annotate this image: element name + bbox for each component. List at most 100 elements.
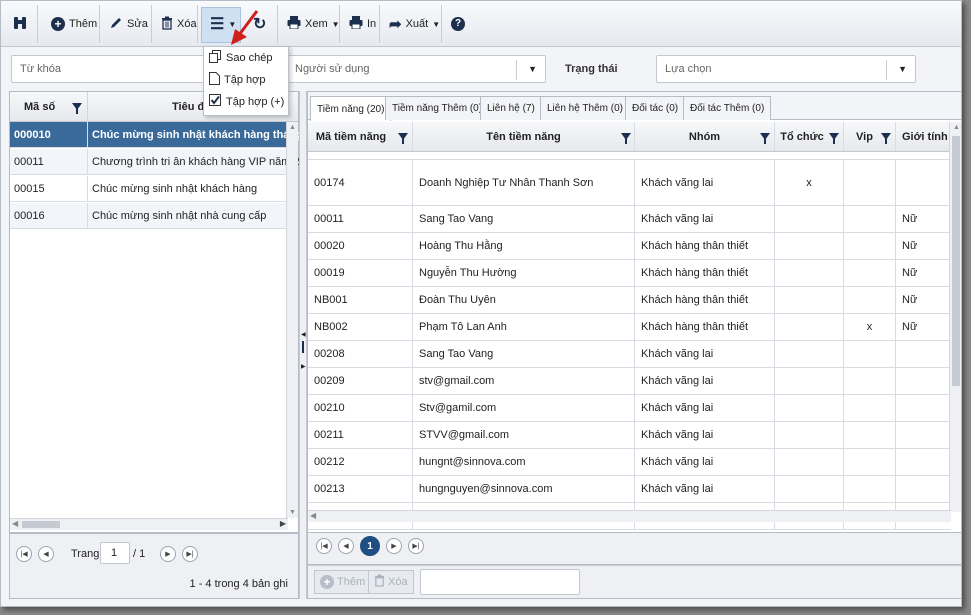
cell-vip bbox=[844, 449, 896, 475]
row-code: 00011 bbox=[14, 156, 44, 168]
scroll-thumb[interactable] bbox=[22, 521, 60, 528]
column-vip[interactable]: Vip bbox=[844, 122, 896, 151]
cell-name: Sang Tao Vang bbox=[413, 206, 635, 232]
table-row[interactable]: 00212 hungnt@sinnova.com Khách vãng lai bbox=[308, 449, 951, 476]
last-page-icon[interactable]: ▶| bbox=[182, 546, 198, 562]
page-input[interactable]: 1 bbox=[100, 542, 130, 564]
table-row[interactable]: 00015 Chúc mừng sinh nhật khách hàng bbox=[10, 176, 288, 202]
tab-potential-more[interactable]: Tiềm năng Thêm (0) bbox=[385, 96, 490, 120]
prev-page-icon[interactable]: ◀ bbox=[338, 538, 354, 554]
table-row[interactable]: NB002 Phạm Tô Lan Anh Khách hàng thân thiế… bbox=[308, 314, 951, 341]
cell-name: Phạm Tô Lan Anh bbox=[413, 314, 635, 340]
row-title: Chương trình tri ân khách hàng VIP năm 2… bbox=[92, 156, 318, 168]
menu-item-copy[interactable]: Sao chép bbox=[204, 47, 288, 69]
checkbox-icon bbox=[209, 94, 222, 110]
cell-org bbox=[775, 260, 844, 286]
table-row[interactable]: 00174 Doanh Nghiệp Tư Nhân Thanh Sơn Khách… bbox=[308, 160, 951, 206]
add-button[interactable]: + Thêm bbox=[47, 11, 101, 37]
delete-button[interactable]: Xóa bbox=[157, 11, 201, 37]
table-row[interactable]: 00019 Nguyễn Thu Hường Khách hàng thân thi… bbox=[308, 260, 951, 287]
user-select[interactable]: Người sử dụng ▼ bbox=[286, 55, 546, 83]
page-1-button[interactable]: 1 bbox=[360, 536, 380, 556]
prev-page-icon[interactable]: ◀ bbox=[38, 546, 54, 562]
status-select[interactable]: Lựa chọn ▼ bbox=[656, 55, 916, 83]
target-delete-button[interactable]: Xóa bbox=[368, 570, 414, 594]
page-total: / 1 bbox=[133, 548, 146, 560]
target-add-button[interactable]: + Thêm bbox=[314, 570, 372, 594]
cell-org bbox=[775, 395, 844, 421]
target-horizontal-scrollbar[interactable]: ◀ bbox=[308, 510, 951, 522]
table-row[interactable]: 000010 Chúc mừng sinh nhật khách hàng th… bbox=[10, 122, 312, 148]
status-select-arrow-icon: ▼ bbox=[898, 64, 907, 74]
keyword-placeholder: Từ khóa bbox=[20, 63, 61, 75]
next-page-icon[interactable]: ▶ bbox=[160, 546, 176, 562]
target-vertical-scrollbar[interactable]: ▲ bbox=[949, 122, 961, 512]
first-page-icon[interactable]: |◀ bbox=[316, 538, 332, 554]
column-group[interactable]: Nhóm bbox=[635, 122, 775, 151]
cell-name: hungnguyen@sinnova.com bbox=[413, 476, 635, 502]
filter-icon[interactable] bbox=[760, 133, 770, 144]
table-row[interactable]: 00210 Stv@gamil.com Khách vãng lai bbox=[308, 395, 951, 422]
table-row[interactable]: 00016 Chúc mừng sinh nhật nhà cung cấp bbox=[10, 203, 288, 229]
cell-gender bbox=[896, 449, 951, 475]
row-code: 000010 bbox=[14, 129, 51, 141]
column-code[interactable]: Mã số bbox=[10, 92, 88, 122]
scroll-thumb[interactable] bbox=[952, 136, 960, 386]
column-target-code[interactable]: Mã tiềm năng bbox=[308, 122, 413, 151]
scroll-left-icon[interactable]: ◀ bbox=[310, 511, 316, 520]
find-button[interactable] bbox=[9, 11, 31, 37]
filter-icon[interactable] bbox=[398, 133, 408, 144]
table-row[interactable]: 00011 Chương trình tri ân khách hàng VIP… bbox=[10, 149, 318, 175]
first-page-icon[interactable]: |◀ bbox=[16, 546, 32, 562]
filter-icon[interactable] bbox=[621, 133, 631, 144]
filter-icon[interactable] bbox=[881, 133, 891, 144]
table-row[interactable]: 00208 Sang Tao Vang Khách vãng lai bbox=[308, 341, 951, 368]
help-button[interactable]: ? bbox=[447, 11, 469, 37]
menu-item-set-plus[interactable]: Tập hợp (+) bbox=[204, 91, 288, 113]
last-page-icon[interactable]: ▶| bbox=[408, 538, 424, 554]
add-label: Thêm bbox=[69, 18, 98, 30]
cell-group: Khách vãng lai bbox=[635, 368, 775, 394]
next-page-icon[interactable]: ▶ bbox=[386, 538, 402, 554]
cell-vip bbox=[844, 395, 896, 421]
scroll-left-icon[interactable]: ◀ bbox=[12, 519, 18, 528]
scroll-right-icon[interactable]: ▶ bbox=[280, 519, 286, 528]
menu-item-label: Sao chép bbox=[226, 52, 273, 64]
table-row[interactable]: 00020 Hoàng Thu Hằng Khách hàng thân thiết… bbox=[308, 233, 951, 260]
filter-icon[interactable] bbox=[72, 103, 82, 114]
vertical-scrollbar[interactable]: ▲ ▼ bbox=[286, 122, 298, 518]
collapse-left-icon[interactable]: ◀ bbox=[301, 331, 306, 338]
tab-partners[interactable]: Đối tác (0) bbox=[625, 96, 686, 120]
campaign-pager: |◀ ◀ Trang 1 / 1 ▶ ▶| 1 - 4 trong 4 bản … bbox=[9, 533, 299, 599]
edit-button[interactable]: Sửa bbox=[105, 11, 152, 37]
print-button[interactable]: In bbox=[345, 11, 380, 37]
column-gender[interactable]: Giới tính bbox=[896, 122, 951, 151]
plus-circle-icon: + bbox=[51, 17, 65, 31]
export-button[interactable]: ➦ Xuất ▼ bbox=[385, 11, 444, 37]
collapse-right-icon[interactable]: ▶ bbox=[301, 363, 306, 370]
panel-splitter[interactable]: ◀ ▶ bbox=[299, 91, 307, 599]
table-row[interactable]: 00011 Sang Tao Vang Khách vãng lai Nữ bbox=[308, 206, 951, 233]
table-row[interactable]: 00211 STVV@gmail.com Khách vãng lai bbox=[308, 422, 951, 449]
column-label: Tên tiềm năng bbox=[486, 130, 561, 143]
table-row[interactable]: NB001 Đoàn Thu Uyên Khách hàng thân thiết N… bbox=[308, 287, 951, 314]
column-org[interactable]: Tổ chức bbox=[775, 122, 844, 151]
cell-gender bbox=[896, 160, 951, 205]
scroll-up-icon[interactable]: ▲ bbox=[953, 124, 960, 131]
menu-item-set[interactable]: Tập hợp bbox=[204, 69, 288, 91]
horizontal-scrollbar[interactable]: ◀ ▶ bbox=[10, 518, 288, 530]
scroll-down-icon[interactable]: ▼ bbox=[289, 509, 296, 516]
cell-org bbox=[775, 449, 844, 475]
tab-partners-more[interactable]: Đối tác Thêm (0) bbox=[683, 96, 772, 120]
tab-contacts-more[interactable]: Liên hệ Thêm (0) bbox=[540, 96, 630, 120]
row-title: Chúc mừng sinh nhật khách hàng bbox=[92, 183, 258, 195]
tab-contacts[interactable]: Liên hệ (7) bbox=[480, 96, 542, 120]
target-search-input[interactable] bbox=[420, 569, 580, 595]
column-target-name[interactable]: Tên tiềm năng bbox=[413, 122, 635, 151]
table-row[interactable]: 00209 stv@gmail.com Khách vãng lai bbox=[308, 368, 951, 395]
view-button[interactable]: Xem ▼ bbox=[283, 11, 344, 37]
tab-potential[interactable]: Tiềm năng (20) bbox=[310, 96, 392, 121]
filter-icon[interactable] bbox=[829, 133, 839, 144]
scroll-up-icon[interactable]: ▲ bbox=[289, 124, 296, 131]
table-row[interactable]: 00213 hungnguyen@sinnova.com Khách vãng la… bbox=[308, 476, 951, 503]
